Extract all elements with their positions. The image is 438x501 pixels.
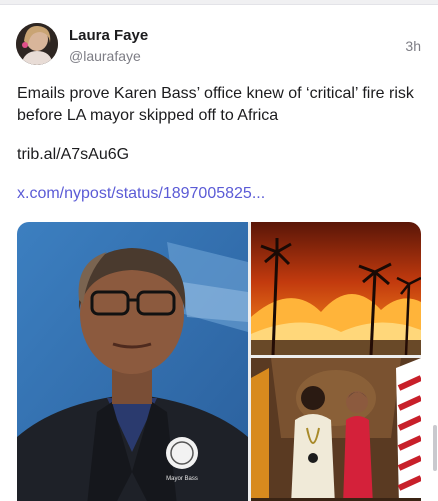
badge-label: Mayor Bass — [166, 476, 198, 482]
post-text: Emails prove Karen Bass’ office knew of … — [17, 85, 414, 124]
media-grid: Mayor Bass — [17, 222, 421, 501]
post-timestamp[interactable]: 3h — [405, 38, 421, 54]
author-display-name[interactable]: Laura Faye — [69, 27, 148, 44]
scrollbar[interactable] — [433, 425, 437, 471]
mayor-photo-image: Mayor Bass — [17, 222, 248, 501]
post-short-link: trib.al/A7sAu6G — [17, 146, 130, 163]
fire-photo-image — [251, 222, 421, 355]
author-handle[interactable]: @laurafaye — [69, 48, 141, 64]
avatar-image — [16, 23, 58, 65]
meeting-photo-image — [251, 358, 421, 501]
avatar[interactable] — [16, 23, 58, 65]
media-photo-fire[interactable] — [251, 222, 421, 355]
media-photo-mayor[interactable]: Mayor Bass — [17, 222, 248, 501]
status-link[interactable]: x.com/nypost/status/1897005825... — [17, 185, 265, 203]
post-card[interactable]: Laura Faye @laurafaye 3h Emails prove Ka… — [0, 4, 438, 501]
media-photo-meeting[interactable] — [251, 358, 421, 501]
